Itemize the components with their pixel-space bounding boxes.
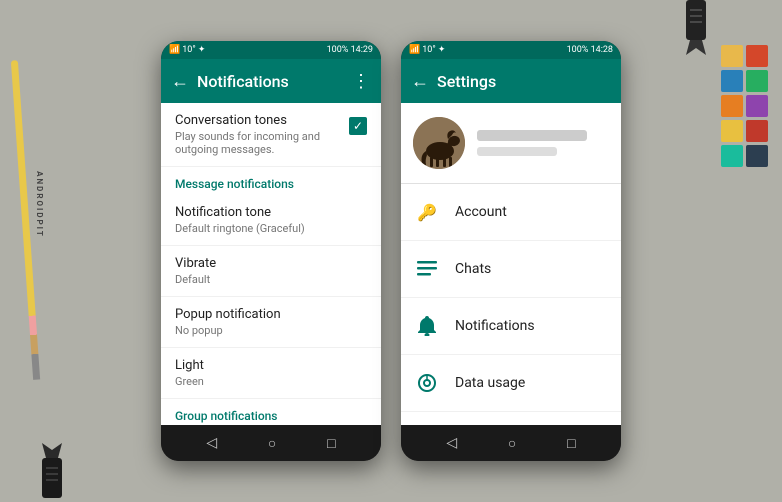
recents-nav-right[interactable]: □ xyxy=(567,435,575,452)
app-bar-title-right: Settings xyxy=(437,72,611,91)
chats-label: Chats xyxy=(455,261,491,277)
notifications-icon xyxy=(413,312,441,340)
color-blocks-decoration xyxy=(721,45,768,167)
phone-right: 📶 10° ✦ 100% 14:28 ← Settings xyxy=(401,41,621,461)
avatar-image xyxy=(413,117,465,169)
popup-notification-sub: No popup xyxy=(175,324,367,337)
back-nav-left[interactable]: ◁ xyxy=(206,435,217,451)
notification-tone-sub: Default ringtone (Graceful) xyxy=(175,222,367,235)
settings-item-account[interactable]: 🔑 Account xyxy=(401,184,621,241)
group-notif-section: Group notifications xyxy=(161,399,381,425)
menu-dots-left[interactable]: ⋮ xyxy=(352,71,371,92)
settings-item-chats[interactable]: Chats xyxy=(401,241,621,298)
status-text-left: 10° ✦ xyxy=(182,45,205,55)
popup-notification-item[interactable]: Popup notification No popup xyxy=(161,297,381,348)
notification-tone-title: Notification tone xyxy=(175,205,367,220)
vibrate-item[interactable]: Vibrate Default xyxy=(161,246,381,297)
status-right-left: 100% 14:29 xyxy=(327,45,373,55)
settings-item-data-usage[interactable]: Data usage xyxy=(401,355,621,412)
phone-left: 📶 10° ✦ 100% 14:29 ← Notifications ⋮ Con… xyxy=(161,41,381,461)
conversation-tones-title: Conversation tones xyxy=(175,113,349,128)
profile-info xyxy=(477,130,609,156)
status-text-right: 10° ✦ xyxy=(422,45,445,55)
account-label: Account xyxy=(455,204,507,220)
settings-item-notifications[interactable]: Notifications xyxy=(401,298,621,355)
vibrate-title: Vibrate xyxy=(175,256,367,271)
status-bar-left: 📶 10° ✦ 100% 14:29 xyxy=(161,41,381,59)
settings-item-contacts[interactable]: Contacts xyxy=(401,412,621,425)
back-button-right[interactable]: ← xyxy=(411,71,429,92)
profile-header[interactable] xyxy=(401,103,621,184)
notification-tone-item[interactable]: Notification tone Default ringtone (Grac… xyxy=(161,195,381,246)
back-nav-right[interactable]: ◁ xyxy=(446,435,457,451)
binder-clip-bottom xyxy=(38,443,66,502)
account-icon: 🔑 xyxy=(413,198,441,226)
light-title: Light xyxy=(175,358,367,373)
light-item[interactable]: Light Green xyxy=(161,348,381,399)
back-button-left[interactable]: ← xyxy=(171,71,189,92)
app-bar-right: ← Settings xyxy=(401,59,621,103)
vibrate-sub: Default xyxy=(175,273,367,286)
binder-clip-top xyxy=(682,0,710,59)
conversation-tones-checkbox[interactable]: ✓ xyxy=(349,117,367,135)
status-left-left: 📶 10° ✦ xyxy=(169,45,205,55)
home-nav-left[interactable]: ○ xyxy=(268,435,276,452)
conversation-tones-sub: Play sounds for incoming and outgoing me… xyxy=(175,130,349,156)
status-right-right: 100% 14:28 xyxy=(567,45,613,55)
data-usage-label: Data usage xyxy=(455,375,525,391)
status-bar-right: 📶 10° ✦ 100% 14:28 xyxy=(401,41,621,59)
light-sub: Green xyxy=(175,375,367,388)
settings-screen-content: 🔑 Account Chats xyxy=(401,103,621,425)
profile-status xyxy=(477,147,557,156)
status-time-right: 100% 14:28 xyxy=(567,45,613,55)
app-bar-left: ← Notifications ⋮ xyxy=(161,59,381,103)
androidpit-label: ANDROIDPIT xyxy=(35,171,44,238)
data-usage-icon xyxy=(413,369,441,397)
status-time-left: 100% 14:29 xyxy=(327,45,373,55)
status-left-right: 📶 10° ✦ xyxy=(409,45,445,55)
bottom-nav-left: ◁ ○ □ xyxy=(161,425,381,461)
signal-icon-left: 📶 xyxy=(169,45,180,55)
conversation-tones-item[interactable]: Conversation tones Play sounds for incom… xyxy=(161,103,381,167)
notifications-label: Notifications xyxy=(455,318,535,334)
recents-nav-left[interactable]: □ xyxy=(327,435,335,452)
avatar xyxy=(413,117,465,169)
signal-icon-right: 📶 xyxy=(409,45,420,55)
home-nav-right[interactable]: ○ xyxy=(508,435,516,452)
notif-screen-content: Conversation tones Play sounds for incom… xyxy=(161,103,381,425)
app-bar-title-left: Notifications xyxy=(197,72,344,91)
popup-notification-title: Popup notification xyxy=(175,307,367,322)
bottom-nav-right: ◁ ○ □ xyxy=(401,425,621,461)
chats-icon xyxy=(413,255,441,283)
message-notif-section: Message notifications xyxy=(161,167,381,195)
conversation-tones-text: Conversation tones Play sounds for incom… xyxy=(175,113,349,156)
profile-name xyxy=(477,130,587,141)
